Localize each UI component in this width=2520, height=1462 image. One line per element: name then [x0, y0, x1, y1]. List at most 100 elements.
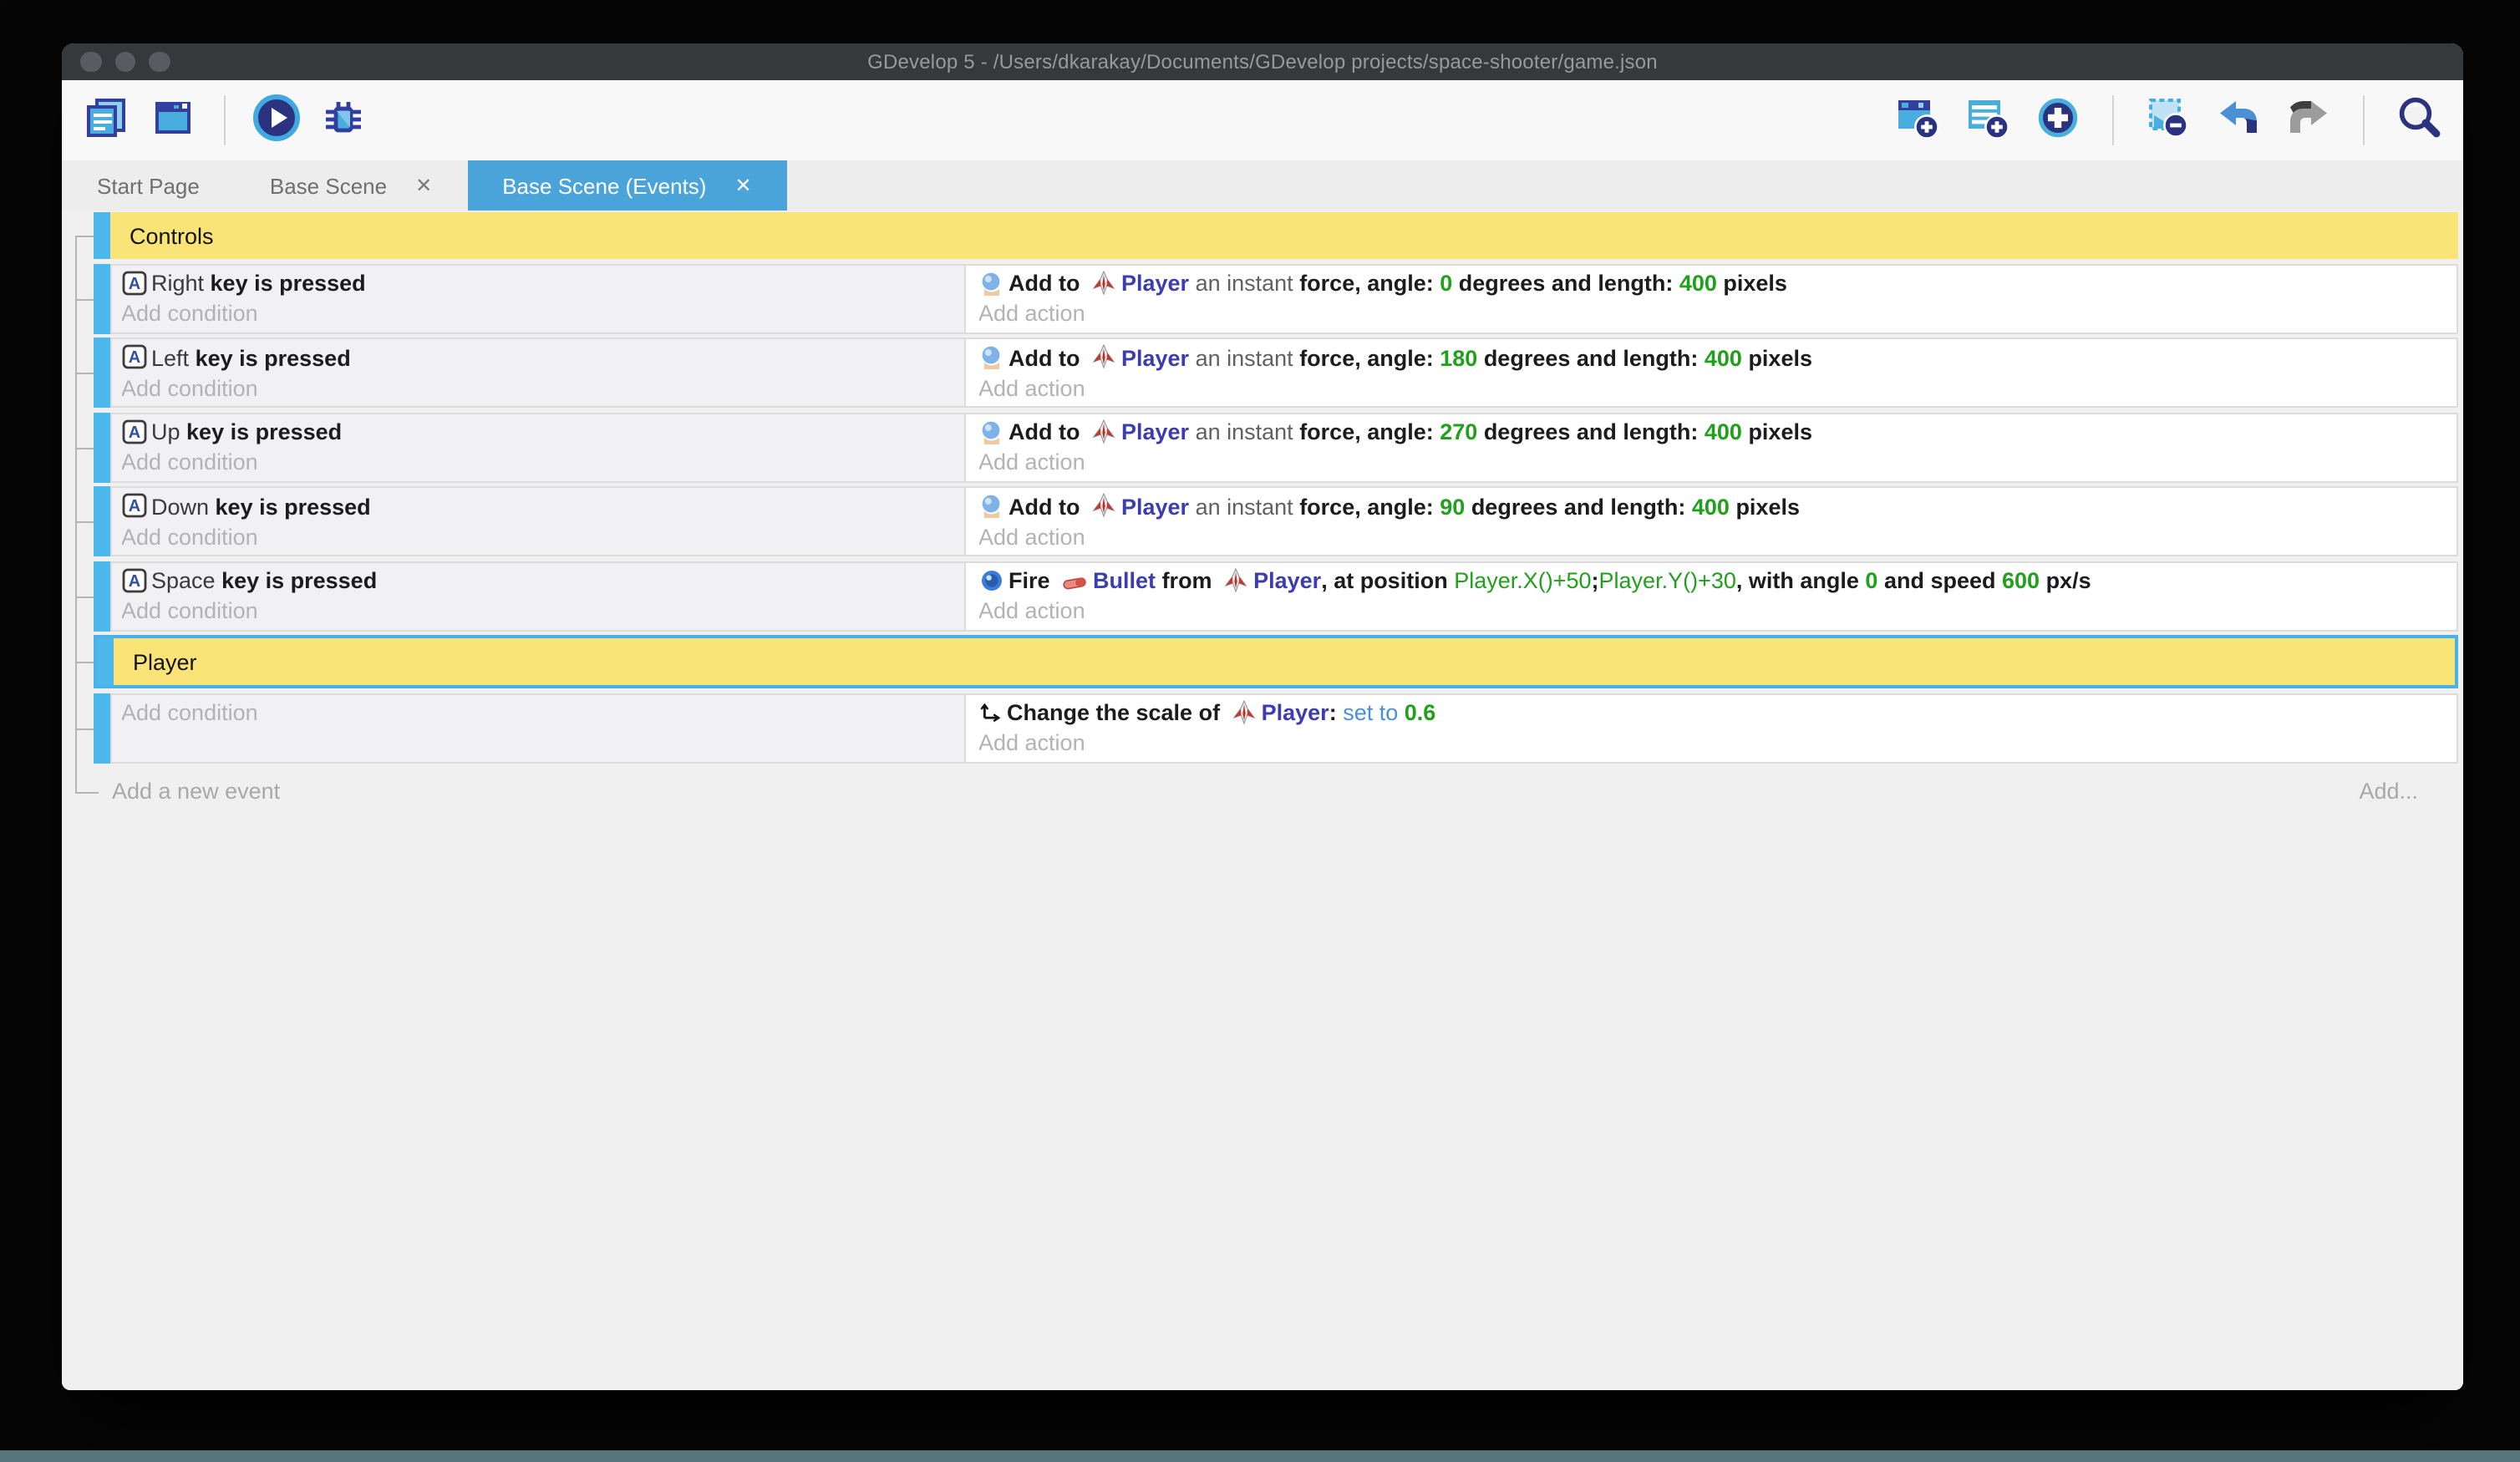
sentence-segment: Player [1253, 568, 1321, 593]
conditions-cell[interactable]: AUp key is pressedAdd condition [111, 414, 965, 480]
actions-cell[interactable]: Add to Player an instant force, angle: 1… [965, 339, 2456, 406]
gdevelop-window: GDevelop 5 - /Users/dkarakay/Documents/G… [62, 43, 2463, 1390]
preview-play-icon [252, 94, 301, 147]
add-condition-link[interactable]: Add condition [121, 522, 953, 552]
add-action-link[interactable]: Add action [978, 522, 2443, 552]
event-group-header[interactable]: Player [94, 635, 2458, 688]
conditions-cell[interactable]: Add condition [111, 694, 965, 761]
add-more-link[interactable]: Add... [2359, 779, 2458, 804]
event-row: ALeft key is pressedAdd condition Add to … [94, 338, 2458, 408]
tab-base-scene[interactable]: Base Scene✕ [235, 160, 467, 211]
add-condition-link[interactable]: Add condition [121, 299, 953, 329]
add-action-link[interactable]: Add action [978, 373, 2443, 404]
svg-text:A: A [128, 571, 140, 590]
sentence-segment: px/s [2040, 568, 2091, 593]
tab-close-icon[interactable]: ✕ [415, 175, 432, 195]
add-action-link[interactable]: Add action [978, 728, 2443, 759]
condition-sentence[interactable]: ALeft key is pressed [121, 343, 953, 373]
actions-cell[interactable]: Change the scale of Player: set to 0.6Ad… [965, 694, 2456, 761]
conditions-cell[interactable]: ADown key is pressedAdd condition [111, 488, 965, 555]
tree-tick [75, 662, 94, 663]
add-event-button[interactable] [1893, 96, 1942, 145]
player-ship-icon [1091, 269, 1116, 299]
condition-sentence[interactable]: ARight key is pressed [121, 269, 953, 299]
actions-cell[interactable]: Fire Bullet from Player, at position Pla… [965, 562, 2456, 629]
action-sentence[interactable]: Add to Player an instant force, angle: 0… [978, 269, 2443, 299]
debug-button[interactable] [319, 96, 368, 145]
action-sentence[interactable]: Add to Player an instant force, angle: 2… [978, 418, 2443, 448]
player-ship-icon [1091, 343, 1116, 373]
sentence-segment: Left [151, 345, 189, 370]
sentence-segment: 180 [1440, 345, 1477, 370]
undo-button[interactable] [2214, 96, 2263, 145]
sentence-segment: pixels [1742, 345, 1812, 370]
add-subevent-button[interactable] [1964, 96, 2012, 145]
fire-bullet-icon [978, 566, 1003, 596]
redo-button[interactable] [2284, 96, 2333, 145]
event-color-bar[interactable] [94, 561, 109, 631]
sentence-segment: force, angle: [1299, 494, 1440, 519]
bullet-icon [1061, 566, 1088, 596]
add-action-link[interactable]: Add action [978, 299, 2443, 329]
add-new-event-link[interactable]: Add a new event [112, 779, 280, 804]
scene-editor-button[interactable] [149, 96, 197, 145]
action-sentence[interactable]: Change the scale of Player: set to 0.6 [978, 698, 2443, 728]
add-action-link[interactable]: Add action [978, 596, 2443, 627]
force-icon [978, 269, 1003, 299]
add-more-button[interactable] [2034, 96, 2082, 145]
tree-tick [75, 373, 94, 374]
sentence-segment: Player [1262, 700, 1329, 725]
search-button[interactable] [2395, 96, 2443, 145]
conditions-cell[interactable]: ARight key is pressedAdd condition [111, 265, 965, 332]
event-body: ASpace key is pressedAdd condition Fire B… [109, 561, 2458, 631]
sentence-segment: key is pressed [209, 494, 371, 519]
sentence-segment: Player.X()+50 [1454, 568, 1591, 593]
conditions-cell[interactable]: ASpace key is pressedAdd condition [111, 562, 965, 629]
sentence-segment: key is pressed [180, 419, 343, 444]
event-color-bar[interactable] [94, 412, 109, 482]
event-row: Add condition Change the scale of Player:… [94, 693, 2458, 763]
scale-icon [978, 698, 1002, 728]
tab-start-page[interactable]: Start Page [62, 160, 235, 211]
action-sentence[interactable]: Add to Player an instant force, angle: 9… [978, 492, 2443, 522]
tab-bar: Start PageBase Scene✕Base Scene (Events)… [62, 160, 2463, 211]
sentence-segment: Right [151, 271, 204, 296]
add-condition-link[interactable]: Add condition [121, 596, 953, 627]
sentence-segment: 400 [1705, 345, 1742, 370]
event-color-bar[interactable] [94, 263, 109, 333]
event-color-bar[interactable] [94, 486, 109, 556]
group-title: Controls [109, 212, 2458, 259]
tree-tick [75, 521, 94, 523]
event-rows: ControlsARight key is pressedAdd conditi… [62, 212, 2463, 808]
sentence-segment: 400 [1692, 494, 1730, 519]
add-condition-link[interactable]: Add condition [121, 373, 953, 404]
event-group-header[interactable]: Controls [94, 212, 2458, 259]
event-color-bar[interactable] [94, 338, 109, 408]
remove-event-button[interactable] [2144, 96, 2192, 145]
preview-play-button[interactable] [252, 96, 301, 145]
event-body: ADown key is pressedAdd condition Add to … [109, 486, 2458, 556]
actions-cell[interactable]: Add to Player an instant force, angle: 0… [965, 265, 2456, 332]
condition-sentence[interactable]: ASpace key is pressed [121, 566, 953, 596]
add-condition-link[interactable]: Add condition [121, 448, 953, 478]
sentence-segment: and speed [1877, 568, 2002, 593]
condition-sentence[interactable]: AUp key is pressed [121, 418, 953, 448]
keyboard-key-icon: A [121, 418, 146, 448]
add-condition-link[interactable]: Add condition [121, 698, 953, 728]
project-manager-button[interactable] [82, 96, 130, 145]
sentence-segment: 600 [2002, 568, 2040, 593]
add-action-link[interactable]: Add action [978, 448, 2443, 478]
action-sentence[interactable]: Fire Bullet from Player, at position Pla… [978, 566, 2443, 596]
tab-label: Base Scene (Events) [502, 173, 706, 198]
tab-close-icon[interactable]: ✕ [734, 175, 751, 195]
actions-cell[interactable]: Add to Player an instant force, angle: 9… [965, 488, 2456, 555]
condition-sentence[interactable]: ADown key is pressed [121, 492, 953, 522]
event-color-bar [94, 212, 109, 259]
conditions-cell[interactable]: ALeft key is pressedAdd condition [111, 339, 965, 406]
group-title: Player [113, 638, 2455, 685]
action-sentence[interactable]: Add to Player an instant force, angle: 1… [978, 343, 2443, 373]
add-subevent-icon [1965, 95, 2010, 145]
tab-base-scene-events[interactable]: Base Scene (Events) ✕ [467, 160, 786, 211]
event-color-bar[interactable] [94, 693, 109, 763]
actions-cell[interactable]: Add to Player an instant force, angle: 2… [965, 414, 2456, 480]
